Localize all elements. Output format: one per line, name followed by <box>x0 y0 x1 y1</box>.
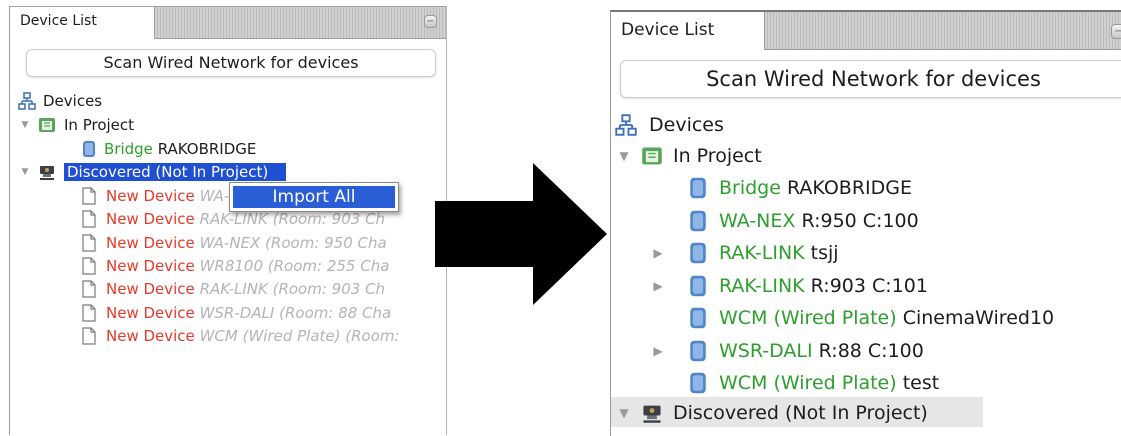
discovered-label: Discovered (Not In Project) <box>64 163 286 181</box>
new-device-kind: New Device <box>106 256 195 275</box>
device-name-label: CinemaWired10 <box>902 307 1055 329</box>
new-device-kind: New Device <box>106 326 195 345</box>
device-kind-label: Bridge <box>719 177 781 199</box>
device-name-label: R:950 C:100 <box>801 209 919 232</box>
collapsed-arrow-icon[interactable]: ▶ <box>649 246 667 260</box>
context-menu: Import All <box>229 182 399 212</box>
device-name-label: R:88 C:100 <box>818 339 924 362</box>
in-project-label: In Project <box>64 116 135 134</box>
new-device-detail: WCM (Wired Plate) (Room: <box>199 326 400 345</box>
project-device-row[interactable]: ▶ RAK-LINK tsjj <box>649 238 839 268</box>
project-device-row[interactable]: WCM (Wired Plate) test <box>649 368 939 398</box>
new-device-detail: RAK-LINK (Room: 903 Ch <box>199 280 386 299</box>
tree-node-in-project[interactable]: ▼ In Project <box>18 114 135 136</box>
device-name-label: RAKOBRIDGE <box>157 140 257 158</box>
device-module-icon <box>689 339 707 363</box>
new-device-row[interactable]: New Device WSR-DALI (Room: 88 Cha <box>82 302 391 324</box>
device-name-label: RAKOBRIDGE <box>786 177 912 199</box>
blank-page-icon <box>82 257 96 275</box>
device-name-label: test <box>902 372 940 394</box>
new-device-detail: WSR-DALI (Room: 88 Cha <box>199 303 392 322</box>
new-device-row[interactable]: New Device WCM (Wired Plate) (Room: <box>82 325 400 347</box>
new-device-detail: WA-NEX (Room: 950 Cha <box>199 233 387 252</box>
new-device-detail: WR8100 (Room: 255 Cha <box>199 256 390 275</box>
right-arrow-icon <box>435 163 607 305</box>
project-device-row[interactable]: WCM (Wired Plate) CinemaWired10 <box>649 303 1054 333</box>
device-module-icon <box>82 140 96 158</box>
tree-root-devices[interactable]: Devices <box>18 90 102 112</box>
device-module-icon <box>689 371 707 395</box>
new-device-kind: New Device <box>106 187 195 205</box>
network-tree-icon <box>615 114 637 136</box>
new-device-detail: RAK-LINK (Room: 903 Ch <box>199 210 386 229</box>
tree-node-discovered[interactable]: ▼ Discovered (Not In Project) <box>18 161 286 183</box>
project-device-row[interactable]: ▶ RAK-LINK R:903 C:101 <box>649 271 928 301</box>
blank-page-icon <box>82 303 96 322</box>
device-module-icon <box>689 306 707 330</box>
device-module-icon <box>689 241 707 265</box>
blank-page-icon <box>82 187 96 205</box>
device-name-label: tsjj <box>810 242 839 264</box>
collapsed-arrow-icon[interactable]: ▶ <box>649 279 667 293</box>
device-kind-label: WCM (Wired Plate) <box>719 307 897 329</box>
expanded-arrow-icon[interactable]: ▼ <box>615 406 633 420</box>
import-all-menu-item[interactable]: Import All <box>233 186 395 208</box>
device-kind-label: WA-NEX <box>719 209 796 232</box>
blank-page-icon <box>82 280 96 298</box>
tree-node-discovered[interactable]: ▼ Discovered (Not In Project) <box>615 398 928 428</box>
in-project-label: In Project <box>673 145 762 167</box>
project-device-row[interactable]: ▶ WSR-DALI R:88 C:100 <box>649 336 924 366</box>
blank-page-icon <box>82 233 96 252</box>
device-list-panel-after: Device List − Scan Wired Network for dev… <box>610 10 1121 436</box>
new-device-row[interactable]: New Device WA-NEX (Room: 950 Cha <box>82 232 387 254</box>
project-device-row[interactable]: Bridge RAKOBRIDGE <box>649 173 912 203</box>
device-tree: Devices ▼ In Project Bridge RAKOBRIDGE WA… <box>611 12 1121 436</box>
expanded-arrow-icon[interactable]: ▼ <box>18 120 32 130</box>
device-kind-label: WSR-DALI <box>719 339 813 362</box>
project-folder-icon <box>38 116 56 134</box>
device-kind-label: Bridge <box>104 140 153 158</box>
tree-root-label: Devices <box>43 92 103 110</box>
expanded-arrow-icon[interactable]: ▼ <box>615 149 633 163</box>
network-tree-icon <box>18 92 36 110</box>
device-module-icon <box>689 209 707 233</box>
blank-page-icon <box>82 210 96 228</box>
new-device-row[interactable]: New Device RAK-LINK (Room: 903 Ch <box>82 278 385 300</box>
project-device-row[interactable]: WA-NEX R:950 C:100 <box>649 206 919 236</box>
device-name-label: R:903 C:101 <box>810 274 928 297</box>
tree-root-label: Devices <box>649 114 724 136</box>
discovered-network-icon <box>641 402 663 424</box>
discovered-label: Discovered (Not In Project) <box>673 402 928 424</box>
tree-node-in-project[interactable]: ▼ In Project <box>615 141 762 171</box>
new-device-kind: New Device <box>106 280 195 299</box>
device-kind-label: WCM (Wired Plate) <box>719 372 897 394</box>
device-kind-label: RAK-LINK <box>719 274 805 297</box>
collapsed-arrow-icon[interactable]: ▶ <box>649 344 667 358</box>
blank-page-icon <box>82 327 96 345</box>
device-tree: Devices ▼ In Project Bridge RAKOBRIDGE ▼… <box>10 7 446 435</box>
tree-root-devices[interactable]: Devices <box>615 110 724 140</box>
device-module-icon <box>689 176 707 200</box>
device-module-icon <box>689 274 707 298</box>
device-list-panel-before: Device List − Scan Wired Network for dev… <box>9 6 447 435</box>
new-device-row[interactable]: New Device WR8100 (Room: 255 Cha <box>82 255 389 277</box>
project-folder-icon <box>641 145 663 167</box>
tree-item-bridge[interactable]: Bridge RAKOBRIDGE <box>82 138 256 160</box>
discovered-network-icon <box>38 163 56 181</box>
device-kind-label: RAK-LINK <box>719 242 805 264</box>
new-device-kind: New Device <box>106 303 195 322</box>
expanded-arrow-icon[interactable]: ▼ <box>18 167 32 177</box>
new-device-kind: New Device <box>106 233 195 252</box>
new-device-kind: New Device <box>106 210 195 229</box>
